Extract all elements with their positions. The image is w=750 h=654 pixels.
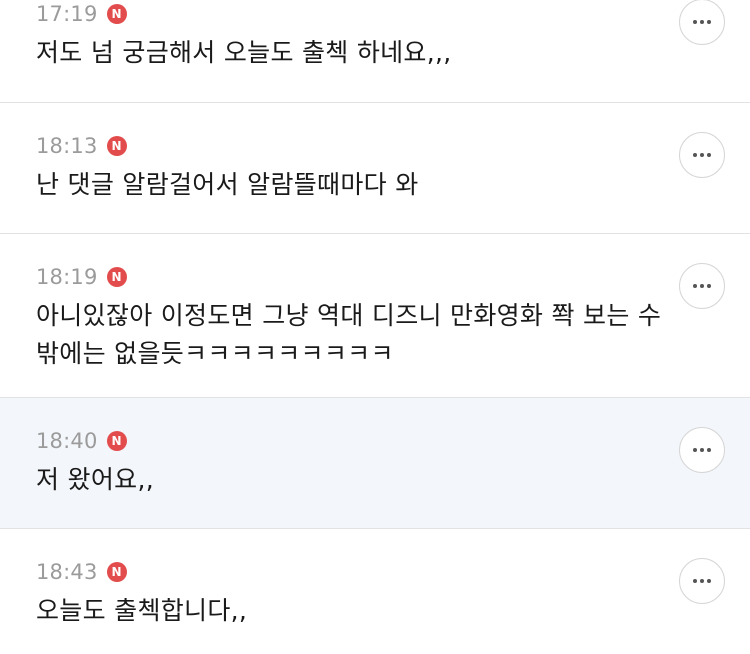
new-badge-icon: N — [106, 267, 127, 287]
comment-meta: 18:43 N — [36, 560, 127, 584]
new-badge-icon: N — [106, 431, 127, 451]
comment-meta: 18:13 N — [36, 134, 127, 158]
comment-time: 18:40 — [36, 429, 98, 453]
comment-text: 난 댓글 알람걸어서 알람뜰때마다 와 — [36, 170, 419, 199]
comment-item: 18:19 N 아니있잖아 이정도면 그냥 역대 디즈니 만화영화 쫙 보는 수… — [0, 234, 750, 398]
more-options-button[interactable] — [679, 427, 725, 473]
more-options-button[interactable] — [679, 132, 725, 178]
new-badge-icon: N — [106, 4, 127, 24]
new-badge-icon: N — [106, 136, 127, 156]
comment-time: 18:13 — [36, 134, 98, 158]
comment-text: 저 왔어요,, — [36, 465, 154, 494]
comment-time: 18:19 — [36, 265, 98, 289]
more-horizontal-icon — [693, 20, 711, 24]
comment-time: 18:43 — [36, 560, 98, 584]
comment-meta: 18:19 N — [36, 265, 127, 289]
more-horizontal-icon — [693, 284, 711, 288]
more-options-button[interactable] — [679, 558, 725, 604]
comment-item-highlighted: 18:40 N 저 왔어요,, — [0, 398, 750, 529]
comment-meta: 18:40 N — [36, 429, 127, 453]
comment-item: 18:13 N 난 댓글 알람걸어서 알람뜰때마다 와 — [0, 103, 750, 234]
more-options-button[interactable] — [679, 263, 725, 309]
more-horizontal-icon — [693, 579, 711, 583]
comment-meta: 17:19 N — [36, 2, 127, 26]
comment-text: 오늘도 출첵합니다,, — [36, 596, 248, 625]
comment-item: 17:19 N 저도 넘 궁금해서 오늘도 출첵 하네요,,, — [0, 0, 750, 103]
comment-text: 아니있잖아 이정도면 그냥 역대 디즈니 만화영화 쫙 보는 수 밖에는 없을듯… — [36, 301, 662, 368]
comment-text: 저도 넘 궁금해서 오늘도 출첵 하네요,,, — [36, 38, 452, 67]
more-horizontal-icon — [693, 448, 711, 452]
more-horizontal-icon — [693, 153, 711, 157]
comment-list: 17:19 N 저도 넘 궁금해서 오늘도 출첵 하네요,,, 18:13 N … — [0, 0, 750, 654]
new-badge-icon: N — [106, 562, 127, 582]
comment-time: 17:19 — [36, 2, 98, 26]
comment-item: 18:43 N 오늘도 출첵합니다,, — [0, 529, 750, 654]
more-options-button[interactable] — [679, 0, 725, 45]
